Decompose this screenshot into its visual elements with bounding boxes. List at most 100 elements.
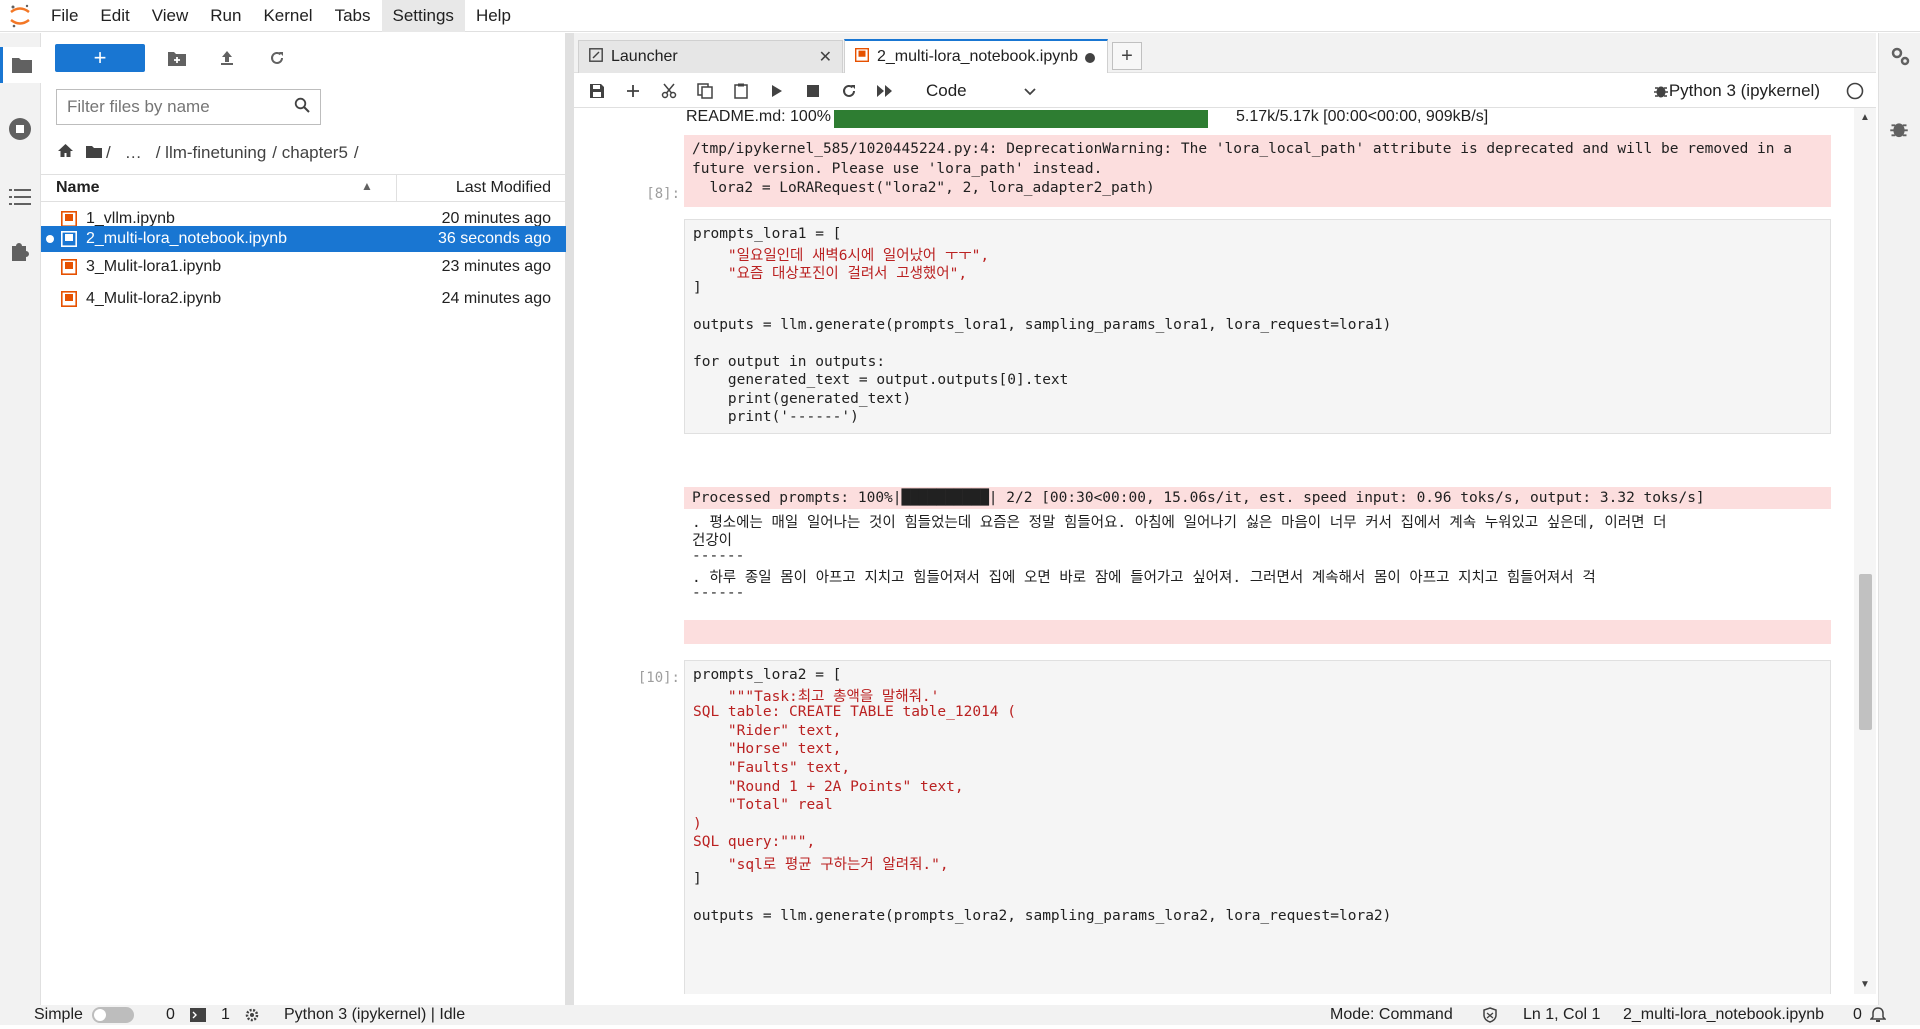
code-cell-10[interactable]: prompts_lora2 = [ """Task:최고 총액을 말해줘.' S… bbox=[684, 660, 1831, 994]
menu-edit[interactable]: Edit bbox=[89, 0, 140, 32]
bell-icon[interactable] bbox=[1869, 1007, 1887, 1029]
column-name-header[interactable]: Name bbox=[56, 179, 100, 197]
simple-mode-toggle[interactable] bbox=[92, 1007, 134, 1023]
notebook-panel[interactable]: README.md: 100% 5.17k/5.17k [00:00<00:00… bbox=[574, 108, 1854, 994]
cursor-position[interactable]: Ln 1, Col 1 bbox=[1523, 1005, 1600, 1025]
breadcrumb: / … / llm-finetuning / chapter5 / bbox=[57, 140, 365, 166]
column-last-modified-header[interactable]: Last Modified bbox=[456, 179, 551, 197]
code-line: prompts_lora2 = [ bbox=[693, 667, 842, 683]
code-line: "요즘 대상포진이 걸려서 고생했어", bbox=[693, 266, 968, 282]
breadcrumb-llm-finetuning[interactable]: / llm-finetuning bbox=[156, 143, 267, 163]
output-line: . 하루 종일 몸이 아프고 지치고 힘들어져서 집에 오면 바로 잠에 들어가… bbox=[692, 570, 1596, 586]
right-sidebar bbox=[1878, 33, 1920, 1005]
unsaved-dot-icon[interactable] bbox=[1085, 53, 1095, 63]
breadcrumb-ellipsis[interactable]: … bbox=[125, 143, 142, 163]
jupyter-logo-icon bbox=[0, 0, 40, 32]
close-icon[interactable]: ✕ bbox=[819, 47, 832, 67]
code-line: "Rider" text, bbox=[693, 723, 842, 739]
menu-view[interactable]: View bbox=[141, 0, 200, 32]
scroll-down-icon[interactable]: ▼ bbox=[1860, 979, 1870, 990]
fast-forward-icon[interactable] bbox=[872, 78, 898, 104]
output-line: ------ bbox=[692, 548, 745, 564]
kernel-name-button[interactable]: Python 3 (ipykernel) bbox=[1669, 81, 1820, 101]
code-cell-8[interactable]: prompts_lora1 = [ "일요일인데 새벽6시에 일어났어 ㅜㅜ",… bbox=[684, 219, 1831, 434]
deprecation-warning-output: /tmp/ipykernel_585/1020445224.py:4: Depr… bbox=[684, 135, 1831, 207]
left-sidebar bbox=[0, 33, 41, 1005]
add-cell-icon[interactable] bbox=[620, 78, 646, 104]
cut-icon[interactable] bbox=[656, 78, 682, 104]
extension-manager-icon[interactable] bbox=[7, 238, 33, 264]
mode-indicator: Mode: Command bbox=[1330, 1006, 1453, 1023]
filter-files-input[interactable] bbox=[67, 97, 294, 117]
code-line: SQL query:""", bbox=[693, 834, 816, 850]
running-kernels-icon[interactable] bbox=[7, 116, 33, 142]
notebook-tab-icon bbox=[855, 47, 869, 67]
download-left-text: README.md: 100% bbox=[686, 108, 831, 125]
notification-count[interactable]: 0 bbox=[1853, 1005, 1862, 1025]
sort-ascending-icon: ▲ bbox=[361, 179, 373, 193]
property-inspector-icon[interactable] bbox=[1889, 45, 1911, 72]
code-line: "sql로 평균 구하는거 알려줘.", bbox=[693, 857, 949, 873]
new-launcher-button[interactable]: + bbox=[55, 44, 145, 72]
document-tab-bar: Launcher ✕ 2_multi-lora_notebook.ipynb + bbox=[574, 33, 1876, 73]
paste-icon[interactable] bbox=[728, 78, 754, 104]
kernel-status-text[interactable]: Python 3 (ipykernel) | Idle bbox=[284, 1005, 465, 1025]
warning-line: future version. Please use 'lora_path' i… bbox=[692, 161, 1103, 177]
kernel-count[interactable]: 1 bbox=[221, 1005, 230, 1025]
output-line: . 평소에는 매일 일어나는 것이 힘들었는데 요즘은 정말 힘들어요. 아침에… bbox=[692, 515, 1667, 531]
menu-bar: File Edit View Run Kernel Tabs Settings … bbox=[0, 0, 1920, 32]
download-progress-bar bbox=[834, 110, 1208, 128]
menu-run[interactable]: Run bbox=[199, 0, 252, 32]
file-name: 3_Mulit-lora1.ipynb bbox=[86, 258, 222, 275]
code-line: outputs = llm.generate(prompts_lora1, sa… bbox=[693, 317, 1392, 333]
tab-multi-lora-notebook[interactable]: 2_multi-lora_notebook.ipynb bbox=[844, 39, 1108, 73]
add-tab-button[interactable]: + bbox=[1112, 42, 1142, 70]
scrollbar-thumb[interactable] bbox=[1859, 574, 1872, 730]
terminal-count[interactable]: 0 bbox=[166, 1005, 175, 1025]
column-divider[interactable] bbox=[396, 175, 397, 202]
breadcrumb-chapter5[interactable]: / chapter5 bbox=[272, 143, 348, 163]
filter-box bbox=[56, 89, 321, 125]
file-list-header: Name ▲ Last Modified bbox=[41, 174, 566, 202]
download-right-text: 5.17k/5.17k [00:00<00:00, 909kB/s] bbox=[1236, 108, 1489, 125]
save-icon[interactable] bbox=[584, 78, 610, 104]
debugger-panel-icon[interactable] bbox=[1889, 119, 1909, 144]
code-line: ) bbox=[693, 816, 702, 832]
restart-icon[interactable] bbox=[836, 78, 862, 104]
stop-icon[interactable] bbox=[800, 78, 826, 104]
tab-launcher[interactable]: Launcher ✕ bbox=[578, 40, 843, 73]
home-icon[interactable] bbox=[57, 143, 74, 163]
notebook-file-icon bbox=[61, 211, 77, 227]
file-row-2-multi-lora-notebook[interactable]: 2_multi-lora_notebook.ipynb 36 seconds a… bbox=[41, 226, 566, 252]
code-line: "Total" real bbox=[693, 797, 833, 813]
folder-crumb-icon[interactable] bbox=[86, 143, 102, 163]
menu-help[interactable]: Help bbox=[465, 0, 522, 32]
menu-kernel[interactable]: Kernel bbox=[252, 0, 323, 32]
scroll-up-icon[interactable]: ▲ bbox=[1860, 112, 1870, 123]
notebook-file-icon bbox=[61, 259, 77, 275]
status-bar: Simple 0 1 Python 3 (ipykernel) | Idle M… bbox=[0, 1005, 1920, 1025]
menu-tabs[interactable]: Tabs bbox=[324, 0, 382, 32]
kernel-gear-icon bbox=[244, 1007, 260, 1029]
menu-file[interactable]: File bbox=[40, 0, 89, 32]
breadcrumb-end: / bbox=[353, 143, 359, 162]
upload-icon[interactable] bbox=[213, 44, 241, 72]
download-progress-output: README.md: 100% 5.17k/5.17k [00:00<00:00… bbox=[686, 108, 1826, 130]
copy-icon[interactable] bbox=[692, 78, 718, 104]
empty-stderr-output bbox=[684, 620, 1831, 644]
terminal-icon bbox=[190, 1008, 206, 1028]
simple-mode-label: Simple bbox=[34, 1006, 83, 1023]
panel-splitter[interactable] bbox=[566, 33, 574, 1005]
folder-icon[interactable] bbox=[0, 47, 41, 83]
notebook-scrollbar[interactable]: ▲ ▼ bbox=[1854, 108, 1876, 994]
refresh-icon[interactable] bbox=[263, 44, 291, 72]
table-of-contents-icon[interactable] bbox=[7, 184, 33, 210]
cell-type-dropdown[interactable]: Code bbox=[926, 79, 1036, 103]
run-icon[interactable] bbox=[764, 78, 790, 104]
file-row-4-mulit-lora2[interactable]: 4_Mulit-lora2.ipynb 24 minutes ago bbox=[41, 283, 566, 315]
file-row-3-mulit-lora1[interactable]: 3_Mulit-lora1.ipynb 23 minutes ago bbox=[41, 251, 566, 283]
file-browser-panel: + / … / llm-finetuning / chapter5 / Name… bbox=[41, 33, 566, 1005]
shield-icon[interactable] bbox=[1482, 1007, 1498, 1029]
new-folder-icon[interactable] bbox=[163, 44, 191, 72]
menu-settings[interactable]: Settings bbox=[381, 0, 465, 32]
